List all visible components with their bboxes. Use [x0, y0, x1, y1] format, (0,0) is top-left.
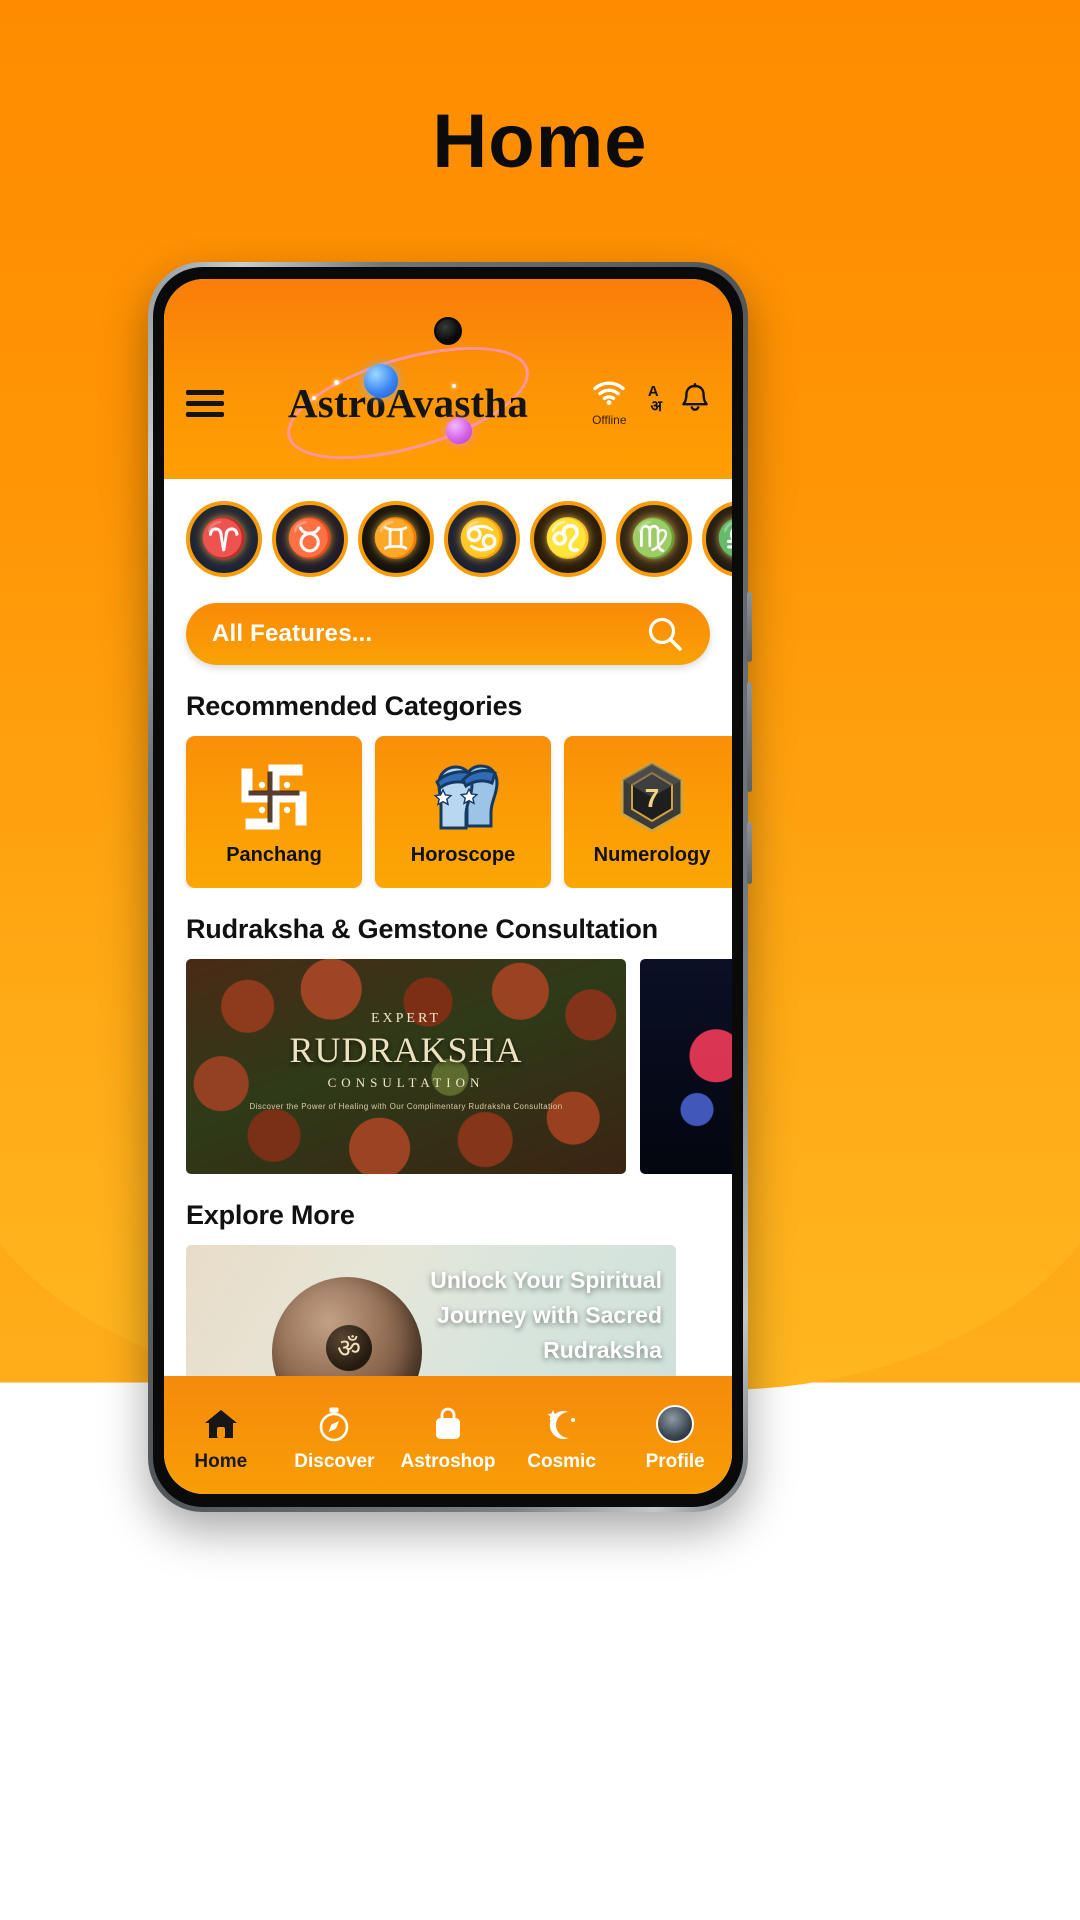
nav-item-discover[interactable]: Discover: [278, 1404, 392, 1473]
zodiac-avatar-aries[interactable]: ♈: [186, 501, 262, 577]
planet-blue-icon: [364, 364, 399, 398]
rudraksha-banner-row[interactable]: EXPERT RUDRAKSHA CONSULTATION Discover t…: [164, 959, 732, 1174]
libra-icon: ♎: [706, 505, 732, 573]
nav-item-profile[interactable]: Profile: [618, 1404, 732, 1473]
phone-frame: AstroAvastha Offline A अ ♈ ♉ ♊ ♋ ♌ ♍ All…: [148, 262, 752, 1512]
brand-logo: AstroAvastha: [224, 324, 592, 479]
dice-seven-icon: 7: [614, 758, 690, 836]
gemini-twins-icon: [421, 758, 505, 836]
section-title-rudraksha: Rudraksha & Gemstone Consultation: [186, 914, 658, 944]
swastika-icon: [237, 758, 311, 836]
gemini-icon: ♊: [372, 518, 420, 560]
gemstone-banner[interactable]: [640, 959, 732, 1174]
banner-tagline: Discover the Power of Healing with Our C…: [249, 1102, 563, 1111]
phone-button-volume-down[interactable]: [747, 682, 752, 792]
language-latin-glyph: A: [647, 382, 659, 400]
zodiac-avatar-strip[interactable]: ♈ ♉ ♊ ♋ ♌ ♍ ♎: [164, 479, 732, 591]
cancer-icon: ♋: [458, 518, 506, 560]
moon-star-icon: [545, 1404, 579, 1444]
aries-icon: ♈: [200, 518, 248, 560]
compass-icon: [317, 1404, 351, 1444]
app-bar: AstroAvastha Offline A अ: [164, 324, 732, 479]
zodiac-avatar-libra[interactable]: ♎: [702, 501, 732, 577]
phone-button-volume-up[interactable]: [747, 592, 752, 662]
nav-label: Discover: [294, 1450, 375, 1472]
zodiac-avatar-cancer[interactable]: ♋: [444, 501, 520, 577]
category-label: Horoscope: [410, 843, 516, 866]
shopping-bag-icon: [432, 1404, 464, 1444]
nav-item-home[interactable]: Home: [164, 1404, 278, 1473]
app-screen: AstroAvastha Offline A अ ♈ ♉ ♊ ♋ ♌ ♍ All…: [164, 279, 732, 1494]
wifi-status[interactable]: Offline: [592, 380, 627, 427]
phone-button-power[interactable]: [747, 822, 752, 884]
hamburger-menu-icon[interactable]: [186, 384, 224, 423]
zodiac-avatar-gemini[interactable]: ♊: [358, 501, 434, 577]
search-icon[interactable]: [646, 615, 684, 653]
nav-label: Profile: [645, 1450, 705, 1472]
section-title-explore: Explore More: [186, 1200, 355, 1230]
recommended-categories-row[interactable]: Panchang Horoscope 7 Numerology: [164, 736, 732, 888]
app-header: AstroAvastha Offline A अ: [164, 279, 732, 479]
category-card-panchang[interactable]: Panchang: [186, 736, 362, 888]
nav-label: Astroshop: [400, 1450, 496, 1472]
category-card-numerology[interactable]: 7 Numerology: [564, 736, 732, 888]
nav-label: Home: [194, 1450, 248, 1472]
search-input[interactable]: All Features...: [212, 620, 646, 648]
planet-pink-icon: [446, 418, 473, 444]
phone-camera-punchhole: [434, 317, 462, 345]
nav-label: Cosmic: [527, 1450, 596, 1472]
bell-icon: [682, 382, 708, 411]
language-devanagari-glyph: अ: [650, 398, 662, 416]
wifi-icon: [593, 381, 625, 405]
banner-subline: CONSULTATION: [327, 1075, 485, 1090]
notification-bell-button[interactable]: [680, 380, 710, 419]
banner-eyebrow: EXPERT: [370, 1011, 442, 1026]
avatar: [656, 1404, 695, 1443]
category-label: Numerology: [593, 843, 711, 866]
page-title: Home: [432, 99, 648, 184]
svg-text:7: 7: [645, 783, 659, 813]
virgo-icon: ♍: [630, 518, 678, 560]
zodiac-avatar-leo[interactable]: ♌: [530, 501, 606, 577]
taurus-icon: ♉: [286, 518, 334, 560]
section-title-recommended: Recommended Categories: [186, 691, 523, 721]
category-label: Panchang: [226, 843, 322, 866]
explore-headline: Unlock Your Spiritual Journey with Sacre…: [430, 1267, 662, 1363]
phone-bezel: AstroAvastha Offline A अ ♈ ♉ ♊ ♋ ♌ ♍ All…: [153, 267, 743, 1507]
rudraksha-consultation-banner[interactable]: EXPERT RUDRAKSHA CONSULTATION Discover t…: [186, 959, 626, 1174]
brand-name: AstroAvastha: [288, 380, 529, 426]
banner-headline: RUDRAKSHA: [289, 1030, 523, 1070]
category-card-horoscope[interactable]: Horoscope: [375, 736, 551, 888]
leo-icon: ♌: [544, 518, 592, 560]
home-icon: [203, 1404, 239, 1444]
wifi-status-label: Offline: [592, 412, 627, 427]
zodiac-avatar-taurus[interactable]: ♉: [272, 501, 348, 577]
nav-item-cosmic[interactable]: Cosmic: [505, 1404, 619, 1473]
zodiac-avatar-virgo[interactable]: ♍: [616, 501, 692, 577]
bottom-navigation-bar[interactable]: Home Discover Astroshop Cosmic Profile: [164, 1376, 732, 1494]
poster-canvas: Home AstroAvastha Offline A अ ♈ ♉ ♊ ♋ ♌ …: [0, 0, 1080, 1920]
language-toggle-icon[interactable]: Aअ: [645, 380, 662, 416]
header-actions: Offline Aअ: [592, 380, 710, 427]
search-bar[interactable]: All Features...: [186, 603, 710, 665]
nav-item-astroshop[interactable]: Astroshop: [391, 1404, 505, 1473]
avatar-icon: [656, 1404, 695, 1444]
